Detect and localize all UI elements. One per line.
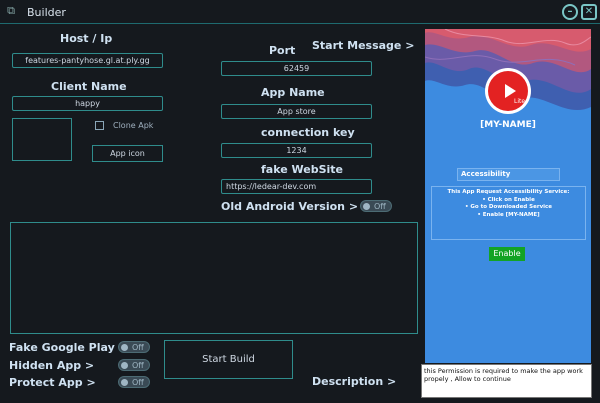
hidden-app-toggle[interactable]: Off [118,359,150,371]
start-build-button[interactable]: Start Build [164,340,293,379]
minimize-icon[interactable]: – [562,4,578,20]
protect-app-label: Protect App > [9,376,96,389]
app-icon-button[interactable]: App icon [92,145,163,162]
toggle-state: Off [132,378,144,387]
port-input[interactable]: 62459 [221,61,372,76]
instruction-line: • Enable [MY-NAME] [477,211,540,218]
toggle-state: Off [132,361,144,370]
instruction-line: • Click on Enable [482,196,535,203]
client-name-input[interactable]: happy [12,96,163,111]
log-output-area[interactable] [10,222,418,334]
app-name-input[interactable]: App store [221,104,372,119]
enable-button[interactable]: Enable [489,247,525,261]
toggle-knob [363,203,370,210]
accessibility-title: Accessibility [457,168,560,181]
toggle-state: Off [374,202,386,211]
client-name-label: Client Name [51,80,127,93]
start-message-link[interactable]: Start Message > [312,39,414,52]
connection-key-label: connection key [261,126,355,139]
phone-preview: Lite [MY-NAME] Accessibility This App Re… [425,29,591,363]
description-link[interactable]: Description > [312,375,396,388]
toggle-knob [121,362,128,369]
old-android-label: Old Android Version > [221,200,359,213]
accessibility-instructions: This App Request Accessibility Service: … [431,186,586,240]
toggle-state: Off [132,343,144,352]
app-name-label: App Name [261,86,325,99]
fake-website-label: fake WebSite [261,163,344,176]
clone-apk-label: Clone Apk [113,121,154,130]
old-android-toggle[interactable]: Off [360,200,392,212]
preview-app-label: [MY-NAME] [480,120,536,130]
play-icon [505,84,516,98]
app-logo-icon: ⧉ [7,4,15,17]
youtube-logo-icon: Lite [485,68,531,114]
host-label: Host / Ip [60,32,113,45]
connection-key-input[interactable]: 1234 [221,143,372,158]
toggle-knob [121,379,128,386]
fake-google-play-label: Fake Google Play > [9,341,128,354]
fake-website-input[interactable]: https://ledear-dev.com [221,179,372,194]
lite-badge: Lite [514,98,526,105]
close-icon[interactable]: ✕ [581,4,597,20]
description-textbox[interactable]: this Permission is required to make the … [421,364,592,398]
logo-red-disc: Lite [488,71,528,111]
title-bar [0,0,600,24]
toggle-knob [121,344,128,351]
instruction-line: This App Request Accessibility Service: [447,189,570,195]
port-label: Port [269,44,296,57]
clone-apk-checkbox[interactable] [95,121,104,130]
hidden-app-label: Hidden App > [9,359,95,372]
app-icon-preview[interactable] [12,118,72,161]
instruction-line: • Go to Downloaded Service [464,204,553,210]
fake-google-play-toggle[interactable]: Off [118,341,150,353]
protect-app-toggle[interactable]: Off [118,376,150,388]
host-input[interactable]: features-pantyhose.gl.at.ply.gg [12,53,163,68]
window-title: Builder [27,6,66,19]
